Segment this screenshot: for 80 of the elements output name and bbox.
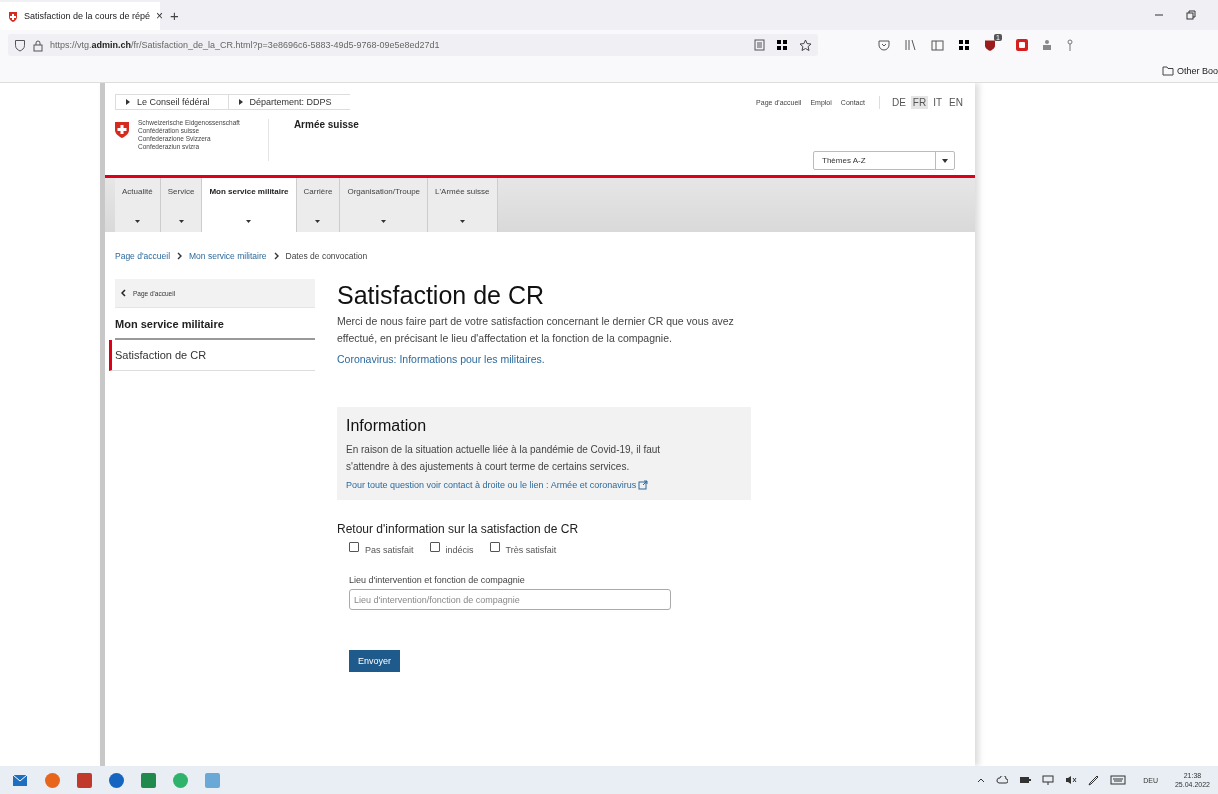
cloud-icon[interactable]: [996, 776, 1009, 784]
nav-tab[interactable]: Organisation/Troupe: [340, 178, 429, 232]
option-label: Très satisfait: [505, 545, 557, 555]
breadcrumb-item[interactable]: Mon service militaire: [189, 251, 267, 261]
site-name: Armée suisse: [293, 119, 359, 130]
nav-tab[interactable]: L'Armée suisse: [428, 178, 498, 232]
keyboard-icon[interactable]: [1110, 775, 1127, 785]
question-label: Retour d'information sur la satisfaction de CR: [337, 522, 579, 536]
pocket-icon[interactable]: [878, 39, 890, 51]
nav-tab[interactable]: Carrière: [296, 178, 341, 232]
lock-icon: [33, 38, 43, 52]
shield-icon: [984, 38, 996, 52]
intro-text: Merci de nous faire part de votre satisfaction concernant le dernier CR que vous avez effectué, en précisant le lieu d'affectation et la fonction de la compagnie.: [337, 314, 735, 346]
info-title: Information: [346, 417, 428, 435]
checkbox[interactable]: [429, 542, 440, 552]
language-link[interactable]: DE: [889, 95, 908, 109]
nav-tab[interactable]: Actualité: [115, 178, 161, 232]
checkbox[interactable]: [489, 542, 500, 552]
triangle-icon: [126, 99, 130, 105]
topics-dropdown[interactable]: Thèmes A-Z: [813, 151, 955, 170]
app-icon[interactable]: [141, 772, 156, 788]
language-link[interactable]: FR: [910, 95, 929, 109]
language-link[interactable]: EN: [947, 95, 965, 109]
caret-icon: [942, 158, 948, 163]
browser-tab[interactable]: Satisfaction de la cours de répé ×: [0, 2, 160, 30]
pen-icon[interactable]: [1088, 774, 1100, 786]
caret-icon: [381, 220, 387, 223]
restore-icon[interactable]: [1186, 10, 1196, 20]
caret-icon: [246, 220, 252, 223]
star-icon[interactable]: [799, 38, 812, 52]
checkbox[interactable]: [349, 542, 359, 552]
battery-icon[interactable]: [1019, 776, 1032, 784]
url-text: https://vtg.admin.ch/fr/Satisfaction_de_la_CR.html?p=3e8696c6-5883-49d5-9768-09e5e8ed27d1: [50, 40, 440, 50]
sidebar-icon[interactable]: [931, 39, 944, 51]
option-label: indécis: [445, 545, 474, 555]
cross-icon: [115, 122, 129, 138]
info-link[interactable]: Coronavirus: Informations pour les militaires.: [337, 353, 545, 365]
chevron-up-icon[interactable]: [977, 777, 986, 783]
federal-link[interactable]: Le Conseil fédéral: [115, 94, 228, 110]
triangle-icon: [238, 99, 243, 105]
chevron-left-icon: [121, 289, 126, 297]
folder-icon: [1161, 66, 1174, 76]
language-link[interactable]: IT: [931, 95, 945, 109]
breadcrumb-item[interactable]: Page d'accueil: [115, 251, 171, 261]
bookmark-folder[interactable]: Other Boo: [1161, 66, 1218, 76]
speaker-muted-icon[interactable]: [1065, 775, 1078, 785]
nav-tab[interactable]: Service: [160, 178, 203, 232]
info-text: En raison de la situation actuelle liée à la pandémie de Covid-19, il faut s'attendre à des ajustements à court terme de certains services.: [346, 443, 662, 474]
caret-icon: [459, 220, 465, 223]
shield-icon: [8, 10, 18, 22]
caret-icon: [315, 220, 321, 223]
sidebar-heading: Mon service militaire: [115, 308, 315, 340]
nav-tab[interactable]: Mon service militaire: [202, 178, 297, 232]
page-title: Satisfaction de CR: [337, 281, 545, 310]
sidebar-item[interactable]: Satisfaction de CR: [109, 340, 315, 371]
grid-icon[interactable]: [776, 39, 788, 51]
caret-icon: [178, 220, 184, 223]
text-field[interactable]: Lieu d'intervention/fonction de compagnie: [349, 589, 671, 610]
app-icon[interactable]: [1016, 39, 1028, 51]
tab-title: Satisfaction de la cours de répé: [24, 11, 151, 21]
breadcrumb-item: Dates de convocation: [285, 251, 368, 261]
app-icon[interactable]: [45, 772, 60, 788]
mail-icon[interactable]: [12, 773, 28, 787]
field-label: Lieu d'intervention et fonction de compagnie: [349, 575, 525, 585]
new-tab-button[interactable]: +: [170, 6, 179, 24]
address-field[interactable]: https://vtg.admin.ch/fr/Satisfaction_de_la_CR.html?p=3e8696c6-5883-49d5-9768-09e5e8ed27d1: [8, 34, 818, 56]
chevron-icon: [177, 252, 183, 260]
reader-icon[interactable]: [754, 39, 765, 51]
app-icon[interactable]: [109, 772, 124, 788]
grid-icon[interactable]: [958, 39, 970, 51]
external-link-icon: [638, 480, 649, 490]
chevron-icon: [273, 252, 279, 260]
shield-icon: [14, 38, 26, 52]
submit-button[interactable]: Envoyer: [349, 650, 401, 672]
federal-link[interactable]: Département: DDPS: [227, 94, 350, 110]
info-link[interactable]: Pour toute question voir contact à droite ou le lien : Armée et coronavirus: [346, 480, 742, 490]
library-icon[interactable]: [904, 39, 917, 51]
option-label: Pas satisfait: [365, 545, 414, 555]
caret-icon: [134, 220, 140, 223]
app-icon[interactable]: [77, 772, 92, 788]
